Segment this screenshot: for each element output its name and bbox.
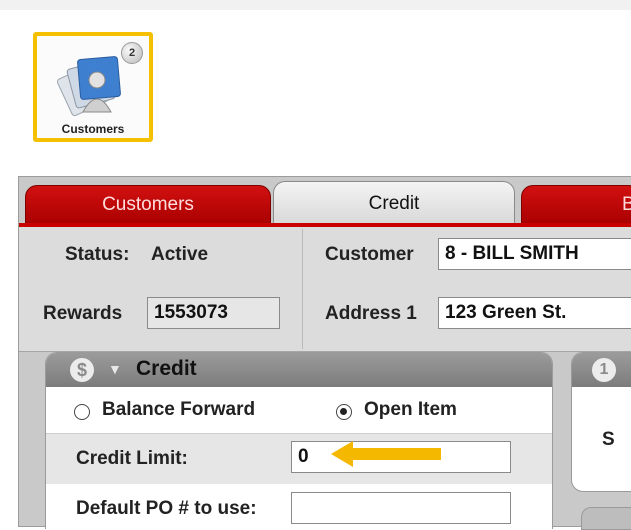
customer-field[interactable]: 8 - BILL SMITH	[438, 238, 631, 270]
customer-label: Customer	[325, 244, 414, 265]
info-divider	[302, 229, 303, 349]
customers-app-tile[interactable]: 2 Customers	[33, 32, 153, 142]
side-section-icon: 1	[592, 358, 616, 382]
arrow-indicator-icon	[331, 441, 441, 467]
customer-panel: Customers Credit Ba Status: Active Rewar…	[18, 176, 631, 530]
default-po-row: Default PO # to use:	[46, 484, 552, 529]
rewards-field: 1553073	[147, 297, 280, 329]
triangle-down-icon[interactable]: ▼	[108, 361, 122, 377]
address1-label: Address 1	[325, 303, 417, 324]
credit-section-header[interactable]: $ ▼ Credit	[46, 353, 552, 387]
status-label: Status:	[65, 244, 130, 265]
tab-credit[interactable]: Credit	[273, 181, 515, 227]
dollar-icon: $	[70, 358, 94, 382]
billing-method-row: Balance Forward Open Item	[46, 387, 552, 433]
balance-forward-radio[interactable]	[74, 404, 90, 420]
status-value: Active	[151, 244, 209, 265]
open-item-label[interactable]: Open Item	[364, 399, 457, 421]
default-po-label: Default PO # to use:	[76, 498, 257, 519]
credit-section: $ ▼ Credit Balance Forward Open Item Cre…	[45, 352, 553, 529]
credit-limit-row: Credit Limit: 0	[46, 433, 552, 485]
side-section-header: 1	[572, 353, 631, 387]
customer-info: Status: Active Rewards 1553073 Customer …	[19, 227, 631, 352]
default-po-field[interactable]	[291, 492, 511, 524]
credit-section-title: Credit	[136, 357, 197, 380]
tab-bar: Customers Credit Ba	[19, 177, 631, 227]
top-band	[0, 0, 631, 10]
open-item-radio[interactable]	[336, 404, 352, 420]
side-section: 1 S	[571, 352, 631, 492]
rewards-label: Rewards	[43, 303, 123, 324]
tab-balance[interactable]: Ba	[521, 185, 631, 225]
side-section-label: S	[602, 429, 615, 450]
count-badge: 2	[121, 42, 143, 64]
customers-icon	[57, 56, 121, 117]
credit-limit-label: Credit Limit:	[76, 448, 188, 469]
tab-customers[interactable]: Customers	[25, 185, 271, 225]
app-tile-label: Customers	[61, 122, 125, 136]
balance-forward-label[interactable]: Balance Forward	[102, 399, 255, 421]
address1-field[interactable]: 123 Green St.	[438, 297, 631, 329]
